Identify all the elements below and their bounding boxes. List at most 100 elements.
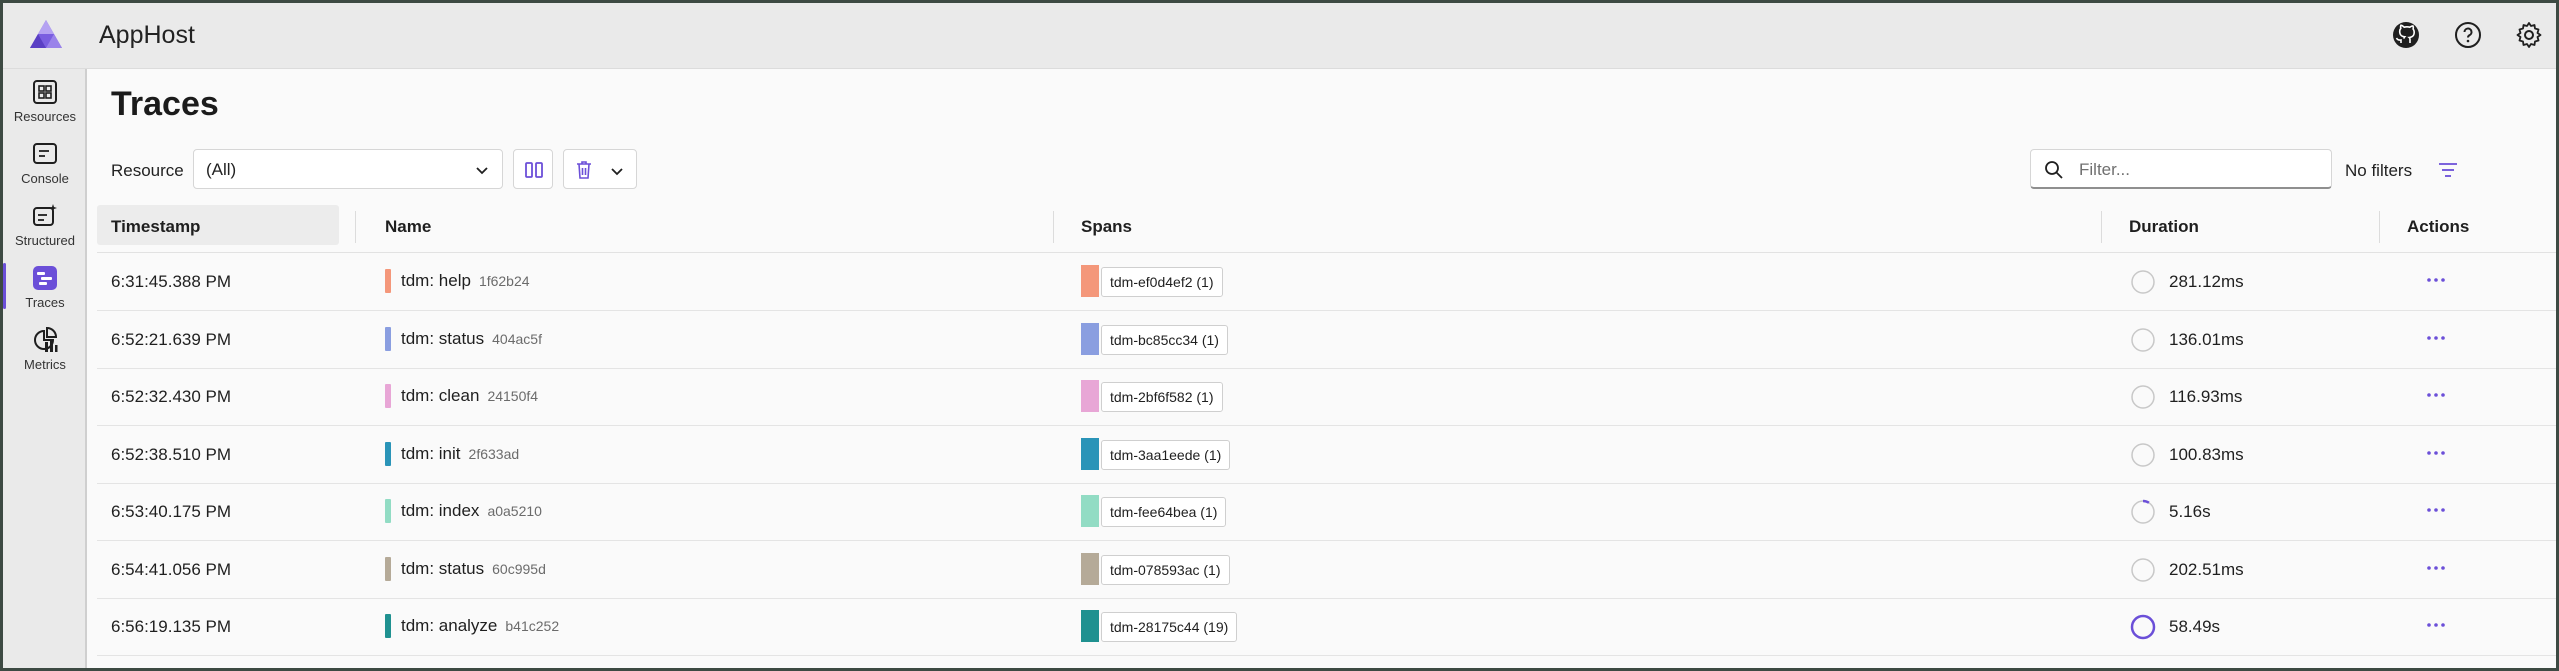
trace-name-cell[interactable]: tdm: clean 24150f4: [401, 386, 538, 406]
nav-item-traces[interactable]: Traces: [3, 259, 87, 319]
trace-id: 60c995d: [492, 560, 546, 577]
resource-select-value: (All): [206, 160, 237, 179]
span-chip[interactable]: tdm-bc85cc34 (1): [1101, 324, 1228, 355]
span-color-swatch: [1081, 437, 1099, 470]
duration-cell: 136.01ms: [2169, 329, 2244, 349]
duration-cell: 281.12ms: [2169, 272, 2244, 291]
timestamp-cell: 6:31:45.388 PM: [111, 272, 232, 291]
span-chip[interactable]: tdm-ef0d4ef2 (1): [1101, 267, 1223, 297]
column-header-name[interactable]: Name: [385, 217, 431, 237]
trace-id: 1f62b24: [478, 273, 530, 289]
column-separator: [2379, 211, 2380, 243]
span-chip[interactable]: tdm-3aa1eede (1): [1101, 439, 1231, 470]
column-header-timestamp[interactable]: Timestamp: [111, 217, 200, 237]
trace-color-bar: [385, 269, 391, 293]
span-chip[interactable]: tdm-28175c44 (19): [1101, 612, 1238, 642]
toggle-columns-button[interactable]: [513, 149, 553, 189]
nav-item-label: Metrics: [24, 357, 66, 372]
trace-name-cell[interactable]: tdm: index a0a5210: [401, 501, 542, 521]
trace-name: tdm: status: [401, 558, 485, 578]
trace-name: tdm: analyze: [401, 616, 498, 635]
span-color-swatch: [1081, 495, 1099, 527]
app-header: AppHost: [3, 3, 2556, 69]
span-chip[interactable]: tdm-2bf6f582 (1): [1101, 382, 1223, 412]
filter-list-icon[interactable]: [2437, 159, 2459, 181]
trace-name-cell[interactable]: tdm: status 404ac5f: [401, 329, 542, 349]
span-chip[interactable]: tdm-078593ac (1): [1101, 554, 1230, 585]
duration-progress-ring: [2130, 557, 2156, 582]
page-title: Traces: [111, 85, 219, 123]
resources-icon: [33, 80, 57, 104]
span-color-swatch: [1081, 552, 1099, 585]
span-chip[interactable]: tdm-fee64bea (1): [1101, 497, 1227, 527]
trace-name-cell[interactable]: tdm: analyze b41c252: [401, 616, 559, 636]
trace-id: 24150f4: [487, 388, 539, 404]
trace-id: b41c252: [505, 618, 560, 634]
resource-select[interactable]: (All): [193, 149, 503, 189]
trace-name-cell[interactable]: tdm: status 60c995d: [401, 559, 546, 579]
github-icon[interactable]: [2391, 20, 2421, 50]
trace-id: 2f633ad: [468, 445, 520, 462]
nav-item-label: Structured: [15, 233, 75, 248]
duration-cell: 58.49s: [2169, 617, 2221, 636]
table-row[interactable]: 6:31:45.388 PM tdm: help 1f62b24 tdm-ef0d4e…: [97, 253, 2556, 311]
table-row[interactable]: 6:52:32.430 PM tdm: clean 24150f4 tdm-2bf6f…: [97, 368, 2556, 426]
timestamp-cell: 6:52:38.510 PM: [111, 444, 232, 464]
trace-color-bar: [385, 326, 391, 351]
more-actions-icon[interactable]: [2421, 441, 2451, 465]
trace-color-bar: [385, 384, 391, 408]
nav-item-structured[interactable]: Structured: [3, 197, 87, 257]
duration-cell: 5.16s: [2169, 502, 2211, 521]
trace-name-cell[interactable]: tdm: init 2f633ad: [401, 444, 519, 464]
more-actions-icon[interactable]: [2421, 498, 2451, 522]
duration-cell: 202.51ms: [2169, 559, 2244, 579]
column-header-actions: Actions: [2407, 217, 2470, 236]
chevron-down-icon: [476, 167, 488, 175]
table-row[interactable]: 6:54:41.056 PM tdm: status 60c995d tdm-0785…: [97, 541, 2556, 599]
help-icon[interactable]: [2453, 20, 2483, 50]
nav-item-label: Console: [21, 171, 69, 186]
table-row[interactable]: 6:52:21.639 PM tdm: status 404ac5f tdm-bc85…: [97, 311, 2556, 369]
table-row[interactable]: 6:53:40.175 PM tdm: index a0a5210 tdm-fee64…: [97, 483, 2556, 541]
timestamp-cell: 6:53:40.175 PM: [111, 502, 232, 521]
table-row[interactable]: 6:56:19.135 PM tdm: analyze b41c252 tdm-281…: [97, 598, 2556, 656]
clear-traces-button[interactable]: [563, 149, 637, 189]
trace-id: 404ac5f: [492, 330, 542, 347]
nav-item-metrics[interactable]: Metrics: [3, 321, 87, 381]
column-separator: [1053, 211, 1054, 243]
duration-progress-ring: [2130, 327, 2156, 352]
nav-item-console[interactable]: Console: [3, 135, 87, 195]
more-actions-icon[interactable]: [2421, 268, 2451, 292]
duration-progress-ring: [2130, 442, 2156, 467]
filter-input-box[interactable]: [2030, 149, 2332, 189]
filter-input[interactable]: [2079, 156, 2319, 184]
table-row[interactable]: 6:52:38.510 PM tdm: init 2f633ad tdm-3aa1ee…: [97, 426, 2556, 484]
settings-icon[interactable]: [2514, 20, 2544, 50]
more-actions-icon[interactable]: [2421, 613, 2451, 637]
more-actions-icon[interactable]: [2421, 556, 2451, 580]
timestamp-cell: 6:56:19.135 PM: [111, 617, 232, 636]
metrics-icon: [34, 327, 58, 352]
structured-icon: [33, 204, 57, 226]
aspire-logo-icon[interactable]: [29, 19, 63, 49]
more-actions-icon[interactable]: [2421, 383, 2451, 407]
column-header-spans[interactable]: Spans: [1081, 217, 1132, 237]
duration-progress-ring: [2130, 269, 2156, 295]
more-actions-icon[interactable]: [2421, 326, 2451, 350]
duration-progress-ring: [2130, 499, 2156, 525]
duration-progress-ring: [2130, 384, 2156, 410]
chevron-down-icon: [611, 168, 623, 176]
nav-item-label: Resources: [13, 109, 77, 124]
nav-item-label: Traces: [25, 295, 65, 310]
columns-icon: [525, 162, 543, 178]
no-filters-label: No filters: [2345, 161, 2413, 180]
nav-item-resources[interactable]: Resources: [3, 73, 87, 133]
trace-name: tdm: status: [401, 328, 485, 348]
trace-name: tdm: help: [401, 271, 471, 290]
trace-id: a0a5210: [487, 503, 542, 519]
trace-name-cell[interactable]: tdm: help 1f62b24: [401, 271, 530, 291]
column-header-duration[interactable]: Duration: [2129, 217, 2199, 237]
app-window: AppHost Resources Console Structured Tra…: [0, 0, 2559, 671]
column-separator: [2101, 211, 2102, 243]
span-color-swatch: [1081, 380, 1099, 412]
